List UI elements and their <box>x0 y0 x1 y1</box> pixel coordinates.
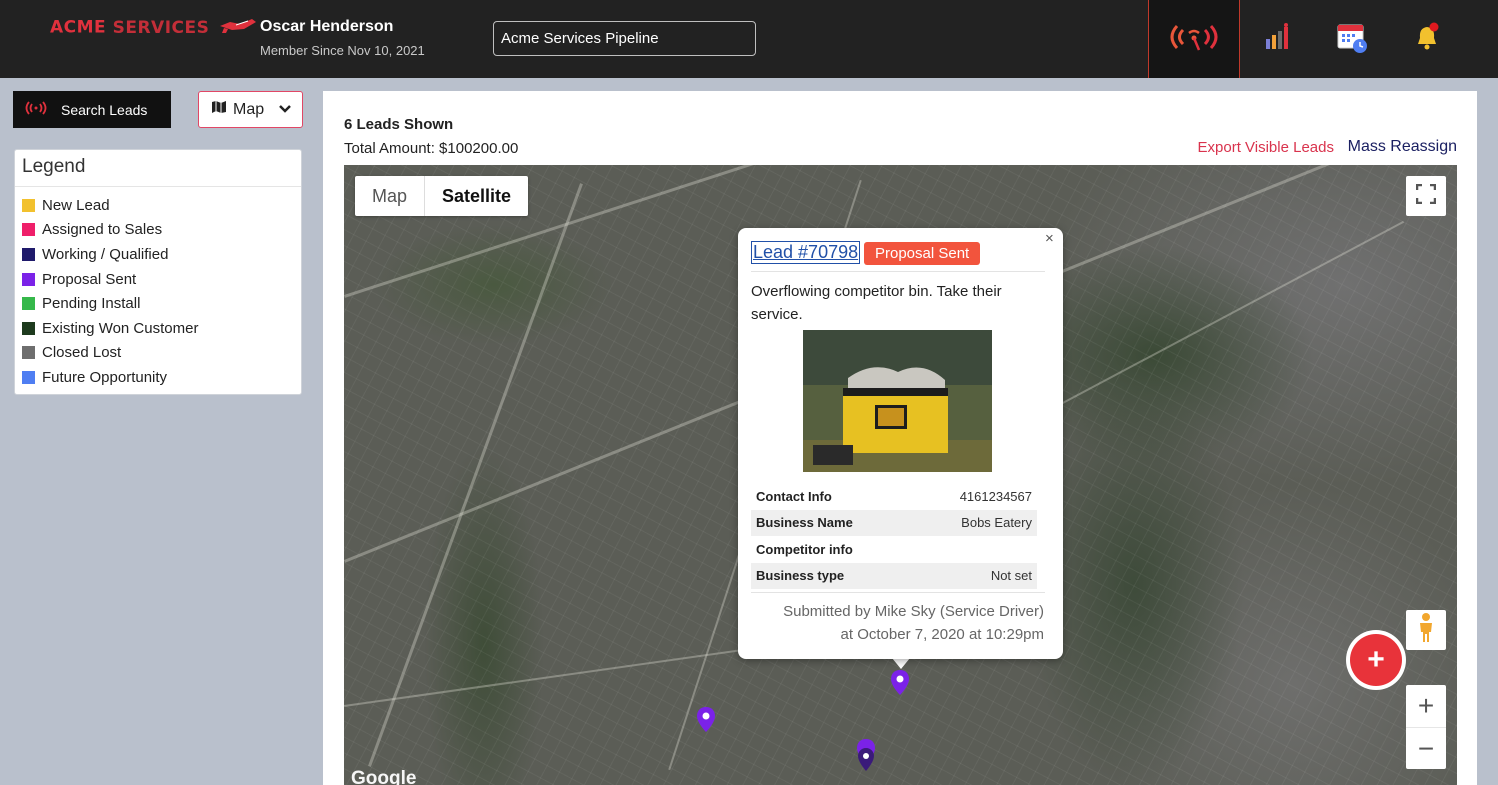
lead-photo[interactable] <box>803 330 992 472</box>
divider <box>751 271 1045 272</box>
legend-item: Working / Qualified <box>15 242 301 267</box>
leads-shown-count: 6 Leads Shown <box>344 116 454 133</box>
mass-reassign-link[interactable]: Mass Reassign <box>1348 138 1457 156</box>
view-mode-select[interactable]: Map <box>198 91 303 128</box>
legend-swatch <box>22 272 35 286</box>
fullscreen-button[interactable] <box>1406 176 1446 216</box>
bell-icon <box>1415 22 1441 57</box>
field-value: 4161234567 <box>959 488 1032 504</box>
legend-swatch <box>22 223 35 237</box>
view-mode-value: Map <box>233 100 265 118</box>
legend-item-label: Existing Won Customer <box>42 319 199 337</box>
signal-icon <box>1163 20 1225 59</box>
map-pin-lead-proposal-sent[interactable] <box>890 669 910 702</box>
map-type-satellite-button[interactable]: Satellite <box>424 176 528 216</box>
legend-swatch <box>22 370 35 384</box>
map-type-map-button[interactable]: Map <box>355 176 424 216</box>
logo-text-acme: ACME <box>50 17 107 38</box>
street-view-pegman[interactable] <box>1406 610 1446 650</box>
search-leads-label: Search Leads <box>61 101 148 118</box>
nav-leads-button[interactable] <box>1148 0 1240 78</box>
legend-item: Existing Won Customer <box>15 316 301 341</box>
map-pin-lead-proposal-sent[interactable] <box>696 706 716 739</box>
lead-number-link[interactable]: Lead #70798 <box>751 241 861 264</box>
legend-item-label: Proposal Sent <box>42 270 137 288</box>
export-visible-leads-link[interactable]: Export Visible Leads <box>1198 139 1334 156</box>
pipeline-selector[interactable]: Acme Services Pipeline <box>493 21 756 56</box>
map-pin-lead-proposal-sent[interactable] <box>855 738 877 779</box>
legend-item: Future Opportunity <box>15 365 301 390</box>
divider <box>751 592 1045 593</box>
signal-icon <box>23 100 49 119</box>
legend-item: Pending Install <box>15 291 301 316</box>
user-name: Oscar Henderson <box>260 18 394 35</box>
submission-info: Submitted by Mike Sky (Service Driver) a… <box>783 600 1044 646</box>
legend-item: Assigned to Sales <box>15 218 301 243</box>
google-logo: Google <box>351 768 417 785</box>
legend-item: New Lead <box>15 193 301 218</box>
table-row: Contact Info 4161234567 <box>751 483 1037 510</box>
total-amount: Total Amount: $100200.00 <box>344 140 519 157</box>
legend-title: Legend <box>15 150 301 187</box>
field-value: Bobs Eatery <box>961 515 1032 531</box>
legend-item: Closed Lost <box>15 341 301 366</box>
field-value <box>913 536 1037 563</box>
legend-item-label: Working / Qualified <box>42 245 169 263</box>
legend-list: New Lead Assigned to Sales Working / Quali… <box>15 187 301 390</box>
status-badge: Proposal Sent <box>864 242 981 265</box>
lead-description: Overflowing competitor bin. Take their s… <box>751 283 1002 323</box>
map-icon <box>211 100 227 119</box>
legend-swatch <box>22 321 35 335</box>
chevron-down-icon <box>278 101 292 119</box>
legend-panel: Legend New Lead Assigned to Sales Working … <box>14 149 302 395</box>
legend-swatch <box>22 247 35 261</box>
top-navbar: ACME SERVICES Oscar Henderson Member Sin… <box>0 0 1498 78</box>
table-row: Competitor info <box>751 536 1037 563</box>
submitted-by: Submitted by Mike Sky (Service Driver) <box>783 603 1044 620</box>
map-type-control: Map Satellite <box>355 176 529 216</box>
table-row: Business type Not set <box>751 562 1037 589</box>
field-label: Business type <box>756 568 845 584</box>
zoom-out-button[interactable]: − <box>1406 727 1446 769</box>
legend-item-label: Closed Lost <box>42 344 122 362</box>
calendar-clock-icon <box>1335 20 1369 59</box>
legend-swatch <box>22 198 35 212</box>
legend-swatch <box>22 346 35 360</box>
bar-chart-icon <box>1264 22 1294 56</box>
company-logo[interactable]: ACME SERVICES <box>50 16 258 39</box>
legend-item-label: Pending Install <box>42 295 141 313</box>
submitted-at: at October 7, 2020 at 10:29pm <box>840 626 1044 643</box>
search-leads-button[interactable]: Search Leads <box>13 91 171 128</box>
legend-item-label: Future Opportunity <box>42 368 168 386</box>
lead-info-popup: × Lead #70798 Proposal Sent Overflowing … <box>738 228 1063 659</box>
legend-item: Proposal Sent <box>15 267 301 292</box>
pegman-icon <box>1417 612 1435 649</box>
add-lead-fab-button[interactable]: + <box>1346 630 1406 690</box>
legend-swatch <box>22 297 35 311</box>
zoom-control: + − <box>1406 685 1446 769</box>
lead-details-table: Contact Info 4161234567 Business Name Bobs … <box>751 483 1037 589</box>
nav-notifications-button[interactable] <box>1382 0 1474 78</box>
field-value: Not set <box>990 568 1032 584</box>
table-row: Business Name Bobs Eatery <box>751 509 1037 536</box>
plus-icon: + <box>1350 634 1402 686</box>
fullscreen-icon <box>1415 183 1437 209</box>
field-label: Competitor info <box>756 541 853 557</box>
zoom-in-button[interactable]: + <box>1406 685 1446 727</box>
close-icon[interactable]: × <box>1045 230 1059 247</box>
handshake-icon <box>218 16 258 39</box>
member-since: Member Since Nov 10, 2021 <box>260 43 425 58</box>
logo-text-services: SERVICES <box>112 17 210 38</box>
popup-tail <box>892 658 910 669</box>
legend-item-label: New Lead <box>42 196 110 214</box>
field-label: Business Name <box>756 515 853 531</box>
field-label: Contact Info <box>756 488 832 504</box>
legend-item-label: Assigned to Sales <box>42 221 163 239</box>
